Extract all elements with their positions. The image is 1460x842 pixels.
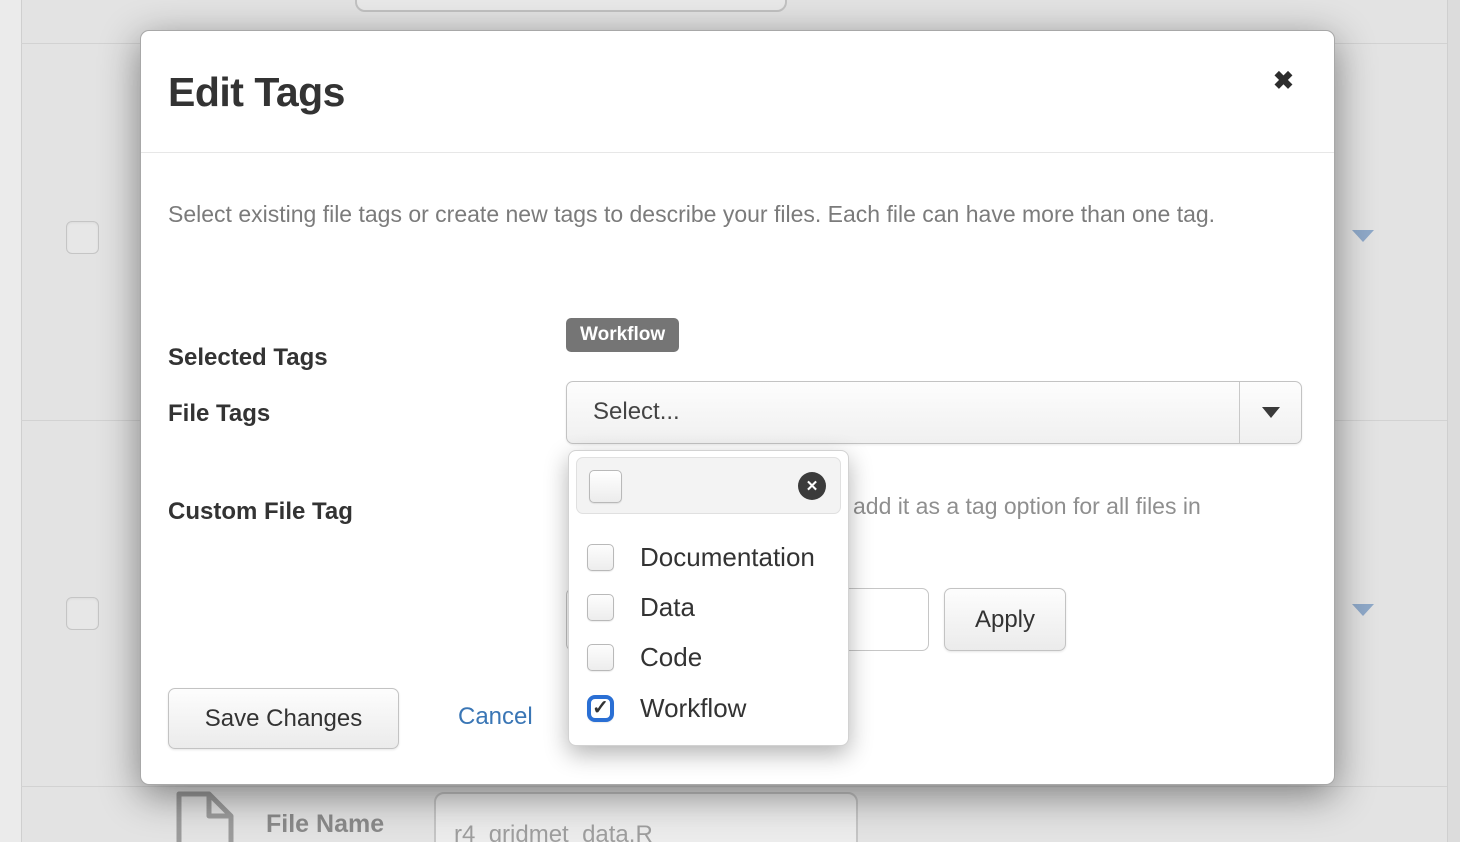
dropdown-header: ✕ [576,457,841,514]
page-left-margin [0,0,21,842]
dropdown-option-workflow[interactable]: ✓ Workflow [569,683,848,733]
clear-circle-icon[interactable]: ✕ [798,472,826,500]
modal-description: Select existing file tags or create new … [168,194,1293,234]
apply-button[interactable]: Apply [944,588,1066,651]
dropdown-option-label: Documentation [640,542,815,573]
file-tags-select[interactable]: Select... [566,381,1302,444]
background-file-name-input [355,0,787,12]
file-tags-dropdown-panel: ✕ Documentation Data Code ✓ Workflow [568,450,849,746]
dropdown-option-code[interactable]: Code [569,632,848,682]
cancel-link[interactable]: Cancel [458,703,533,731]
dropdown-option-data[interactable]: Data [569,582,848,632]
file-table-row: File Name [0,786,1460,842]
row-select-checkbox[interactable] [66,221,99,254]
custom-file-tag-label: Custom File Tag [168,498,353,526]
dropdown-option-label: Data [640,592,695,623]
file-name-label: File Name [266,810,384,839]
file-icon [173,790,235,842]
row-select-checkbox[interactable] [66,597,99,630]
select-all-checkbox[interactable] [589,470,622,503]
file-tags-select-value: Select... [593,398,680,426]
checkbox-unchecked[interactable] [587,544,614,571]
save-changes-button[interactable]: Save Changes [168,688,399,749]
file-tags-select-caret-cell[interactable] [1239,382,1301,443]
dropdown-option-label: Code [640,642,702,673]
modal-header: Edit Tags ✖ [141,31,1334,153]
selected-tags-label: Selected Tags [168,344,328,372]
edit-tags-modal: Edit Tags ✖ Select existing file tags or… [140,30,1335,785]
modal-title: Edit Tags [168,69,345,116]
custom-file-tag-help-text: add it as a tag option for all files in [853,493,1201,520]
checkbox-unchecked[interactable] [587,644,614,671]
table-left-border [21,0,22,842]
row-expand-caret-icon[interactable] [1352,604,1374,616]
caret-down-icon [1262,407,1280,418]
file-name-input[interactable] [434,792,858,842]
page-right-margin [1448,0,1460,842]
screen: File Name Edit Tags ✖ Select existing fi… [0,0,1460,842]
file-tags-label: File Tags [168,400,270,428]
selected-tag-badge: Workflow [566,318,679,352]
checkbox-unchecked[interactable] [587,594,614,621]
checkbox-checked[interactable]: ✓ [587,695,614,722]
dropdown-option-label: Workflow [640,693,746,724]
dropdown-option-documentation[interactable]: Documentation [569,532,848,582]
close-icon[interactable]: ✖ [1273,69,1294,94]
row-expand-caret-icon[interactable] [1352,230,1374,242]
